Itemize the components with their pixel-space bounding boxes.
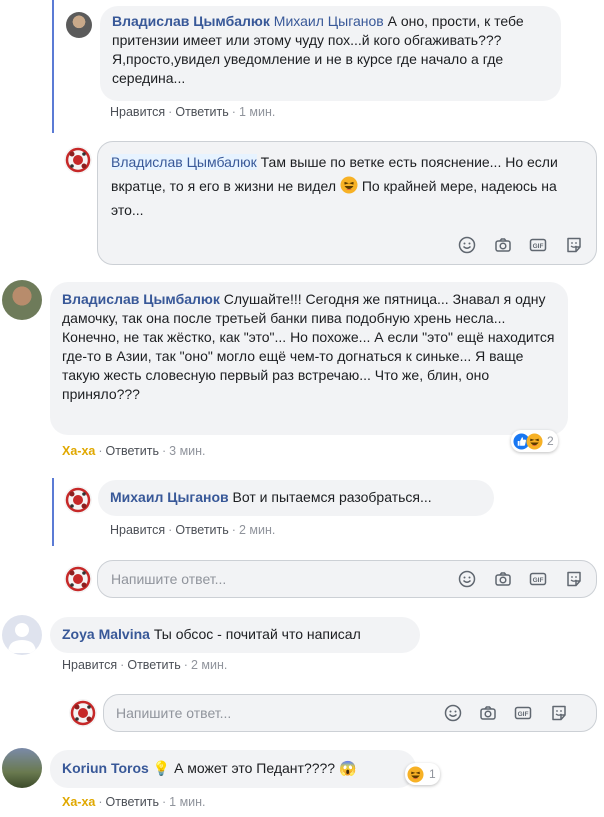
- sticker-icon[interactable]: [565, 236, 583, 254]
- comment-actions: Ха-ха · Ответить · 3 мин.: [62, 444, 206, 458]
- comment-actions: Нравится · Ответить · 2 мин.: [62, 658, 228, 672]
- avatar[interactable]: [64, 565, 92, 593]
- sticker-icon[interactable]: [565, 570, 583, 588]
- avatar[interactable]: [2, 280, 42, 320]
- comment-bubble: Koriun Toros 💡 А может это Педант???? 😱: [50, 750, 416, 788]
- reply-link[interactable]: Ответить: [127, 658, 180, 672]
- comment-actions: Нравится · Ответить · 1 мин.: [110, 105, 276, 119]
- timestamp[interactable]: 3 мин.: [169, 444, 205, 458]
- like-link[interactable]: Нравится: [110, 523, 165, 537]
- avatar[interactable]: [64, 146, 92, 174]
- comment-bubble: Владислав Цымбалюк Михаил Цыганов А оно,…: [100, 6, 561, 101]
- timestamp[interactable]: 2 мин.: [191, 658, 227, 672]
- reaction-summary[interactable]: 2: [511, 430, 558, 452]
- reaction-summary[interactable]: 1: [405, 763, 440, 785]
- draft-mention[interactable]: Владислав Цымбалюк: [111, 154, 257, 170]
- comment-bubble: Михаил Цыганов Вот и пытаемся разобратьс…: [98, 480, 494, 516]
- gif-icon[interactable]: [514, 704, 532, 722]
- camera-icon[interactable]: [494, 570, 512, 588]
- comment-bubble: Владислав Цымбалюк Слушайте!!! Сегодня ж…: [50, 282, 568, 435]
- bulb-emoji-icon: 💡: [152, 760, 171, 776]
- haha-reaction-link[interactable]: Ха-ха: [62, 795, 95, 809]
- reply-link[interactable]: Ответить: [175, 105, 228, 119]
- mention-link[interactable]: Михаил Цыганов: [274, 13, 384, 29]
- reply-input[interactable]: Напишите ответ...: [103, 694, 597, 732]
- draft-text[interactable]: Владислав Цымбалюк Там выше по ветке ест…: [111, 150, 591, 222]
- camera-icon[interactable]: [494, 236, 512, 254]
- avatar[interactable]: [69, 699, 97, 727]
- grin-emoji-icon: [340, 176, 358, 194]
- comment-text: Слушайте!!! Сегодня же пятница... Знавал…: [62, 291, 555, 402]
- comment-author[interactable]: Михаил Цыганов: [110, 489, 229, 505]
- reply-editor[interactable]: Владислав Цымбалюк Там выше по ветке ест…: [97, 141, 597, 265]
- comment-author[interactable]: Koriun Toros: [62, 760, 149, 776]
- smile-icon[interactable]: [444, 704, 462, 722]
- comment-text: Вот и пытаемся разобраться...: [232, 489, 432, 505]
- avatar[interactable]: [2, 748, 42, 788]
- smile-icon[interactable]: [458, 570, 476, 588]
- timestamp[interactable]: 1 мин.: [169, 795, 205, 809]
- comment-actions: Ха-ха · Ответить · 1 мин.: [62, 795, 206, 809]
- reply-link[interactable]: Ответить: [106, 444, 159, 458]
- haha-reaction-link[interactable]: Ха-ха: [62, 444, 95, 458]
- like-link[interactable]: Нравится: [62, 658, 117, 672]
- sticker-icon[interactable]: [550, 704, 568, 722]
- comment-bubble: Zoya Malvina Ты обсос - почитай что напи…: [50, 617, 420, 653]
- reaction-count: 2: [547, 434, 554, 448]
- reply-placeholder: Напишите ответ...: [116, 705, 232, 721]
- comment-author[interactable]: Zoya Malvina: [62, 626, 150, 642]
- haha-reaction-icon: [407, 766, 424, 783]
- thread-line: [52, 0, 54, 133]
- thread-line: [52, 478, 54, 546]
- reply-input[interactable]: Напишите ответ...: [97, 560, 597, 598]
- reply-link[interactable]: Ответить: [106, 795, 159, 809]
- comment-author[interactable]: Владислав Цымбалюк: [112, 13, 270, 29]
- scream-emoji-icon: 😱: [338, 760, 357, 776]
- reply-placeholder: Напишите ответ...: [111, 571, 227, 587]
- reply-link[interactable]: Ответить: [175, 523, 228, 537]
- avatar[interactable]: [66, 12, 92, 38]
- default-avatar-icon: [8, 623, 36, 653]
- gif-icon[interactable]: [529, 236, 547, 254]
- reaction-count: 1: [429, 767, 436, 781]
- like-link[interactable]: Нравится: [110, 105, 165, 119]
- haha-reaction-icon: [526, 433, 543, 450]
- smile-icon[interactable]: [458, 236, 476, 254]
- gif-icon[interactable]: [529, 570, 547, 588]
- camera-icon[interactable]: [479, 704, 497, 722]
- comment-actions: Нравится · Ответить · 2 мин.: [110, 523, 276, 537]
- comment-text: Ты обсос - почитай что написал: [153, 626, 361, 642]
- comment-author[interactable]: Владислав Цымбалюк: [62, 291, 220, 307]
- avatar[interactable]: [64, 486, 92, 514]
- avatar[interactable]: [2, 615, 42, 655]
- timestamp[interactable]: 2 мин.: [239, 523, 275, 537]
- timestamp[interactable]: 1 мин.: [239, 105, 275, 119]
- comment-text: А может это Педант????: [174, 760, 336, 776]
